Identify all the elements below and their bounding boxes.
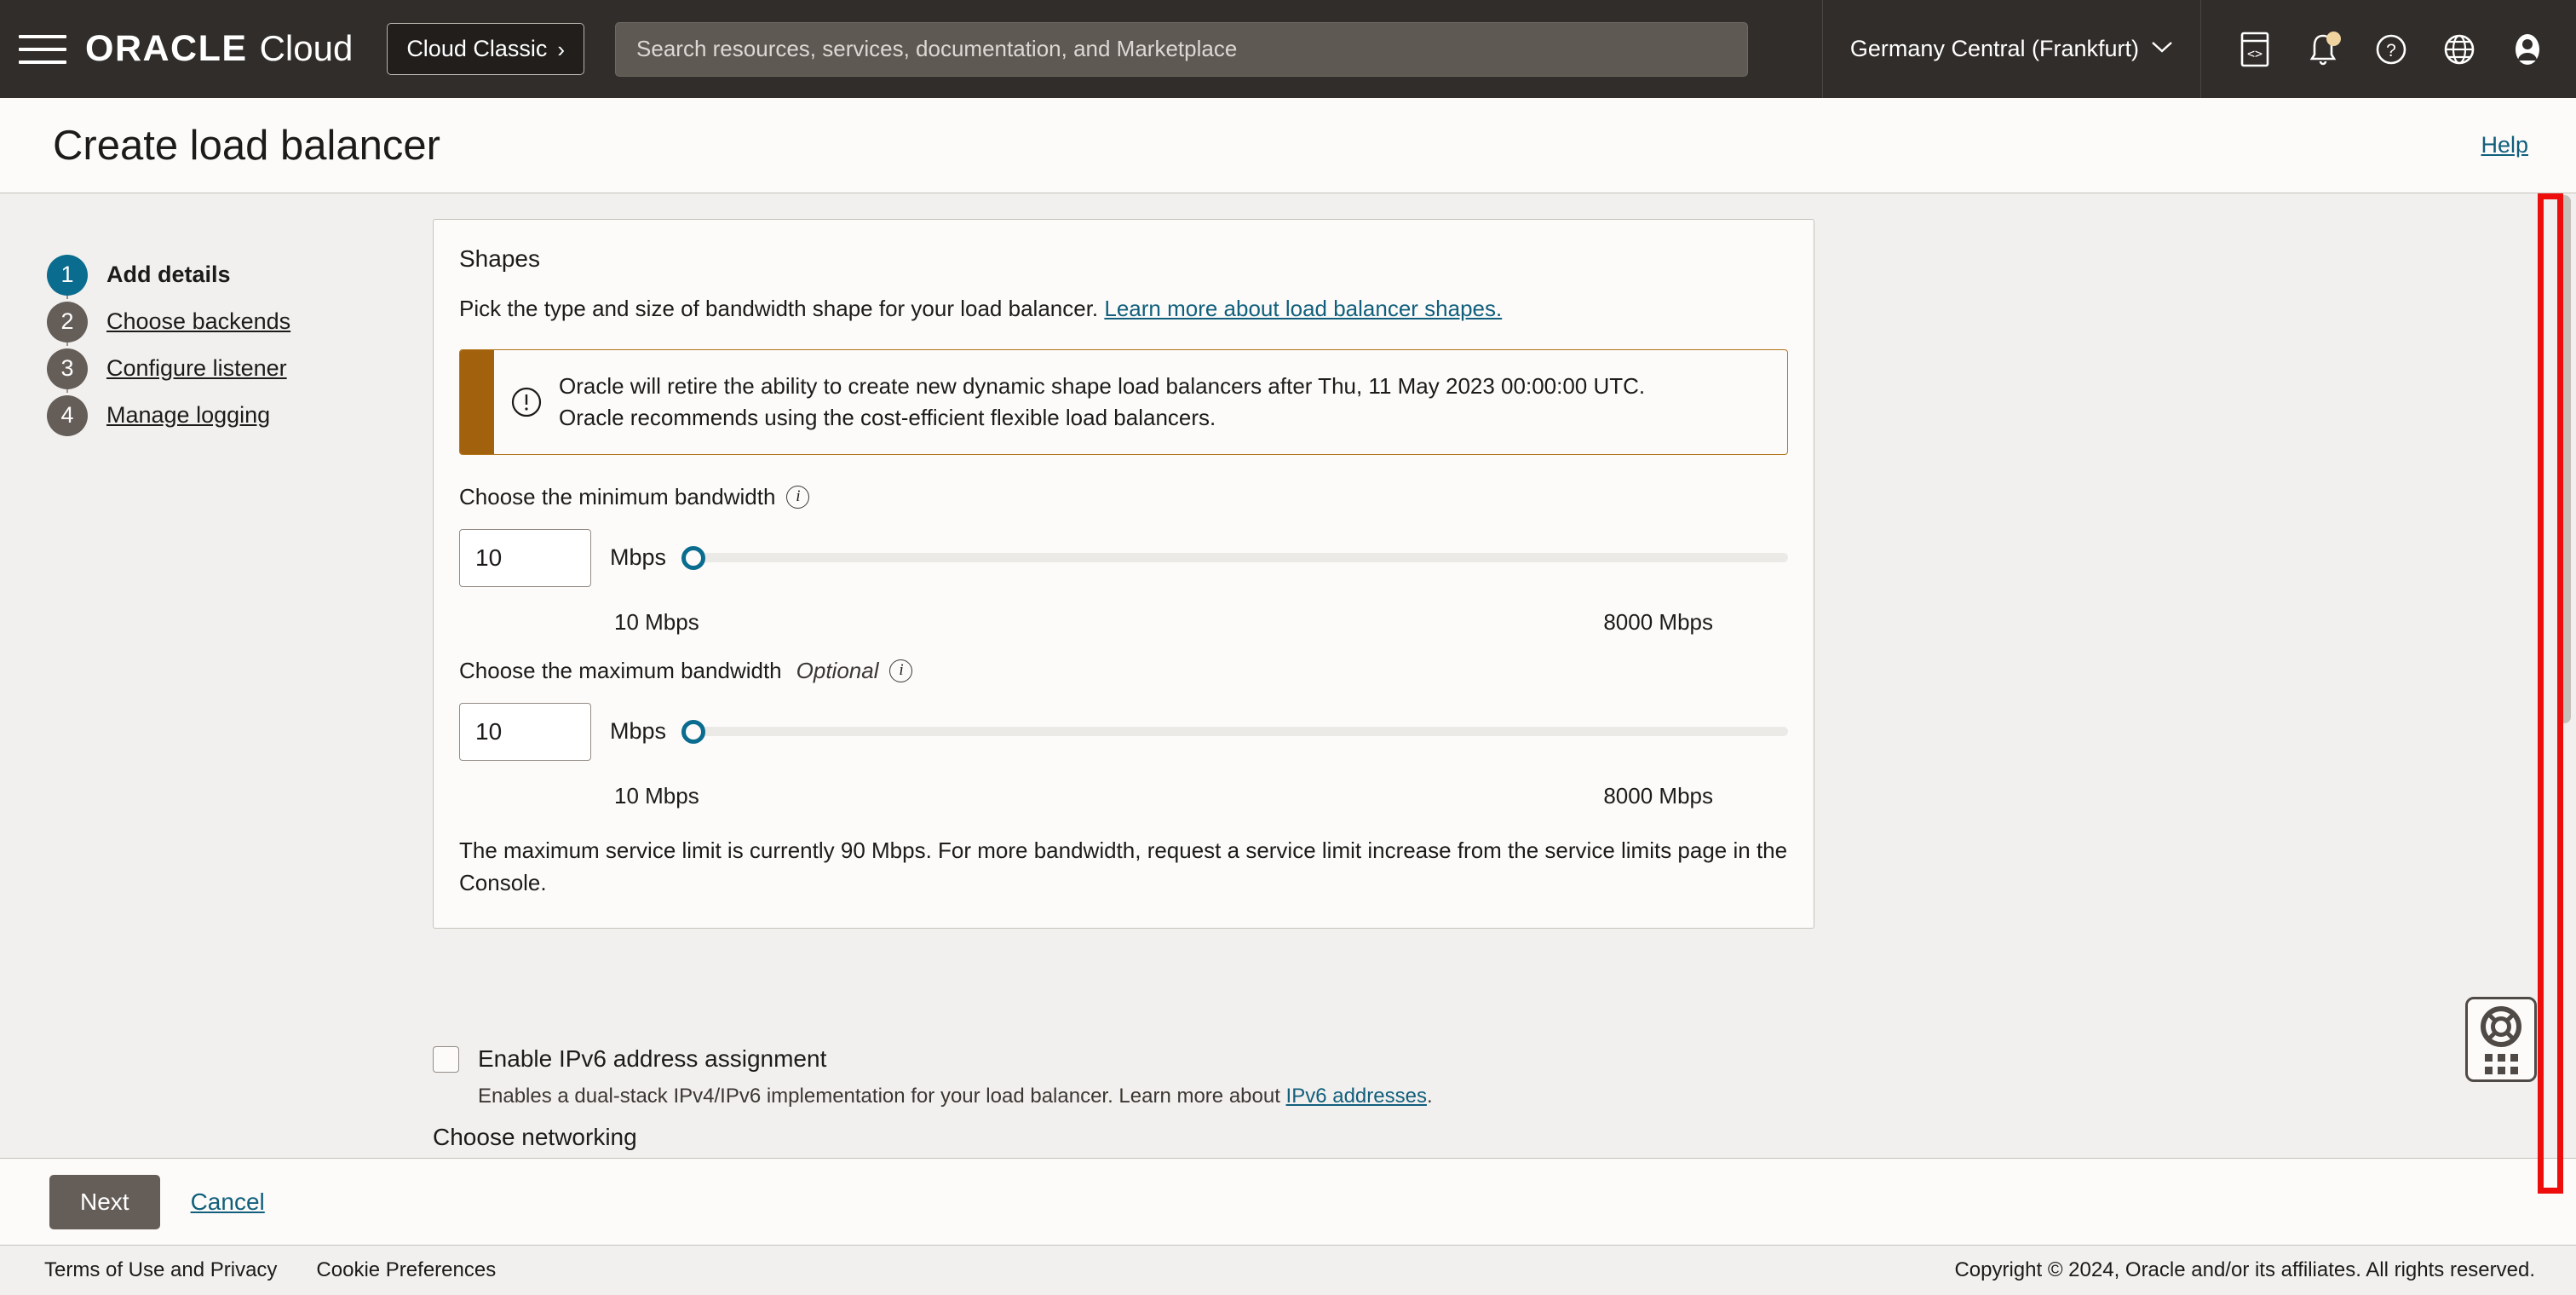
min-bandwidth-slider[interactable] [681, 541, 1788, 575]
cookie-preferences-link[interactable]: Cookie Preferences [316, 1258, 496, 1282]
chevron-right-icon: › [557, 38, 565, 60]
max-bandwidth-label: Choose the maximum bandwidth [459, 658, 782, 684]
shapes-title: Shapes [459, 245, 1788, 273]
cloud-classic-label: Cloud Classic [406, 36, 547, 62]
oracle-wordmark: ORACLE [85, 28, 248, 70]
min-bandwidth-row: Mbps [459, 529, 1788, 587]
min-bandwidth-input[interactable] [459, 529, 591, 587]
alert-line-2: Oracle recommends using the cost-efficie… [559, 402, 1645, 434]
max-bandwidth-max-tick: 8000 Mbps [1603, 783, 1713, 809]
chevron-down-icon [2151, 39, 2173, 59]
footer-links: Terms of Use and Privacy Cookie Preferen… [44, 1258, 496, 1282]
step-number-4: 4 [47, 395, 88, 436]
info-icon[interactable]: i [889, 659, 912, 682]
terms-of-use-link[interactable]: Terms of Use and Privacy [44, 1258, 277, 1282]
shapes-panel: Shapes Pick the type and size of bandwid… [433, 219, 1814, 929]
shapes-description: Pick the type and size of bandwidth shap… [459, 296, 1788, 322]
nav-icon-group: <> ? [2200, 0, 2576, 98]
region-label: Germany Central (Frankfurt) [1850, 36, 2139, 62]
cloud-classic-button[interactable]: Cloud Classic › [387, 23, 584, 75]
svg-text:<>: <> [2247, 46, 2263, 61]
min-bandwidth-unit: Mbps [610, 544, 666, 571]
top-navigation-bar: ORACLE Cloud Cloud Classic › Germany Cen… [0, 0, 2576, 98]
global-search-box[interactable] [615, 22, 1748, 77]
min-bandwidth-ticks: 10 Mbps 8000 Mbps [614, 609, 1788, 636]
step-label-manage-logging[interactable]: Manage logging [106, 402, 270, 429]
min-bandwidth-max-tick: 8000 Mbps [1603, 609, 1713, 636]
notification-badge-dot [2326, 32, 2341, 46]
cancel-button[interactable]: Cancel [191, 1189, 265, 1216]
slider-track[interactable] [681, 553, 1788, 562]
ipv6-checkbox[interactable] [433, 1046, 459, 1073]
retirement-warning-banner: Oracle will retire the ability to create… [459, 349, 1788, 455]
ipv6-checkbox-row[interactable]: Enable IPv6 address assignment [433, 1045, 1814, 1073]
user-avatar-icon[interactable] [2508, 30, 2547, 69]
min-bandwidth-label-row: Choose the minimum bandwidth i [459, 484, 1788, 510]
max-bandwidth-input[interactable] [459, 703, 591, 761]
max-bandwidth-optional-tag: Optional [796, 658, 879, 684]
notifications-bell-icon[interactable] [2303, 30, 2343, 69]
slider-track[interactable] [681, 727, 1788, 736]
choose-networking-title: Choose networking [433, 1124, 637, 1151]
page-header: Create load balancer Help [0, 98, 2576, 193]
sidebar-item-configure-listener[interactable]: 3 Configure listener [47, 345, 405, 392]
max-bandwidth-ticks: 10 Mbps 8000 Mbps [614, 783, 1788, 809]
ipv6-section: Enable IPv6 address assignment Enables a… [433, 1045, 1814, 1108]
step-label-configure-listener[interactable]: Configure listener [106, 355, 287, 382]
ipv6-help-prefix: Enables a dual-stack IPv4/IPv6 implement… [478, 1085, 1286, 1108]
max-bandwidth-slider[interactable] [681, 715, 1788, 749]
search-input[interactable] [636, 36, 1727, 62]
next-button[interactable]: Next [49, 1175, 160, 1229]
step-label-choose-backends[interactable]: Choose backends [106, 308, 290, 335]
shapes-description-text: Pick the type and size of bandwidth shap… [459, 296, 1098, 321]
alert-message: Oracle will retire the ability to create… [559, 350, 1667, 454]
drag-dots-handle[interactable] [2485, 1054, 2518, 1074]
page-title: Create load balancer [53, 122, 440, 170]
ipv6-checkbox-label: Enable IPv6 address assignment [478, 1045, 826, 1073]
sidebar-item-manage-logging[interactable]: 4 Manage logging [47, 392, 405, 439]
cloud-wordmark: Cloud [260, 28, 354, 69]
step-number-1: 1 [47, 255, 88, 296]
language-globe-icon[interactable] [2440, 30, 2479, 69]
oracle-cloud-logo[interactable]: ORACLE Cloud [85, 28, 353, 70]
max-bandwidth-label-row: Choose the maximum bandwidth Optional i [459, 658, 1788, 684]
ipv6-addresses-link[interactable]: IPv6 addresses [1286, 1085, 1427, 1108]
cloud-shell-icon[interactable]: <> [2235, 30, 2274, 69]
hamburger-menu-icon[interactable] [19, 31, 66, 68]
wizard-stepper: 1 Add details 2 Choose backends 3 Config… [47, 251, 405, 439]
ipv6-help-suffix: . [1427, 1085, 1433, 1108]
region-selector[interactable]: Germany Central (Frankfurt) [1822, 0, 2200, 98]
support-help-widget[interactable] [2465, 997, 2537, 1082]
slider-thumb[interactable] [681, 546, 705, 570]
sidebar-item-choose-backends[interactable]: 2 Choose backends [47, 298, 405, 345]
warning-exclamation-icon [494, 350, 559, 454]
max-bandwidth-row: Mbps [459, 703, 1788, 761]
min-bandwidth-min-tick: 10 Mbps [614, 609, 699, 636]
learn-more-shapes-link[interactable]: Learn more about load balancer shapes. [1104, 296, 1502, 321]
max-bandwidth-min-tick: 10 Mbps [614, 783, 699, 809]
max-bandwidth-unit: Mbps [610, 718, 666, 745]
nav-right-cluster: Germany Central (Frankfurt) <> ? [1822, 0, 2576, 98]
main-content: 1 Add details 2 Choose backends 3 Config… [0, 193, 2576, 1158]
service-limit-note: The maximum service limit is currently 9… [459, 835, 1788, 899]
slider-thumb[interactable] [681, 720, 705, 744]
svg-text:?: ? [2386, 41, 2396, 60]
info-icon[interactable]: i [786, 486, 809, 509]
scrollbar-thumb[interactable] [2558, 195, 2571, 723]
sidebar-item-add-details[interactable]: 1 Add details [47, 251, 405, 298]
min-bandwidth-label: Choose the minimum bandwidth [459, 484, 775, 510]
step-number-3: 3 [47, 348, 88, 389]
help-link[interactable]: Help [2481, 132, 2528, 158]
step-label-add-details: Add details [106, 262, 231, 288]
lifebuoy-support-icon [2480, 1005, 2522, 1048]
content-scrollbar[interactable] [2554, 193, 2576, 1158]
alert-accent-bar [460, 350, 494, 454]
page-footer: Terms of Use and Privacy Cookie Preferen… [0, 1245, 2576, 1295]
wizard-action-bar: Next Cancel [0, 1158, 2576, 1245]
help-question-icon[interactable]: ? [2372, 30, 2411, 69]
step-number-2: 2 [47, 302, 88, 342]
ipv6-help-text: Enables a dual-stack IPv4/IPv6 implement… [478, 1085, 1814, 1108]
alert-line-1: Oracle will retire the ability to create… [559, 371, 1645, 402]
copyright-text: Copyright © 2024, Oracle and/or its affi… [1954, 1258, 2535, 1282]
